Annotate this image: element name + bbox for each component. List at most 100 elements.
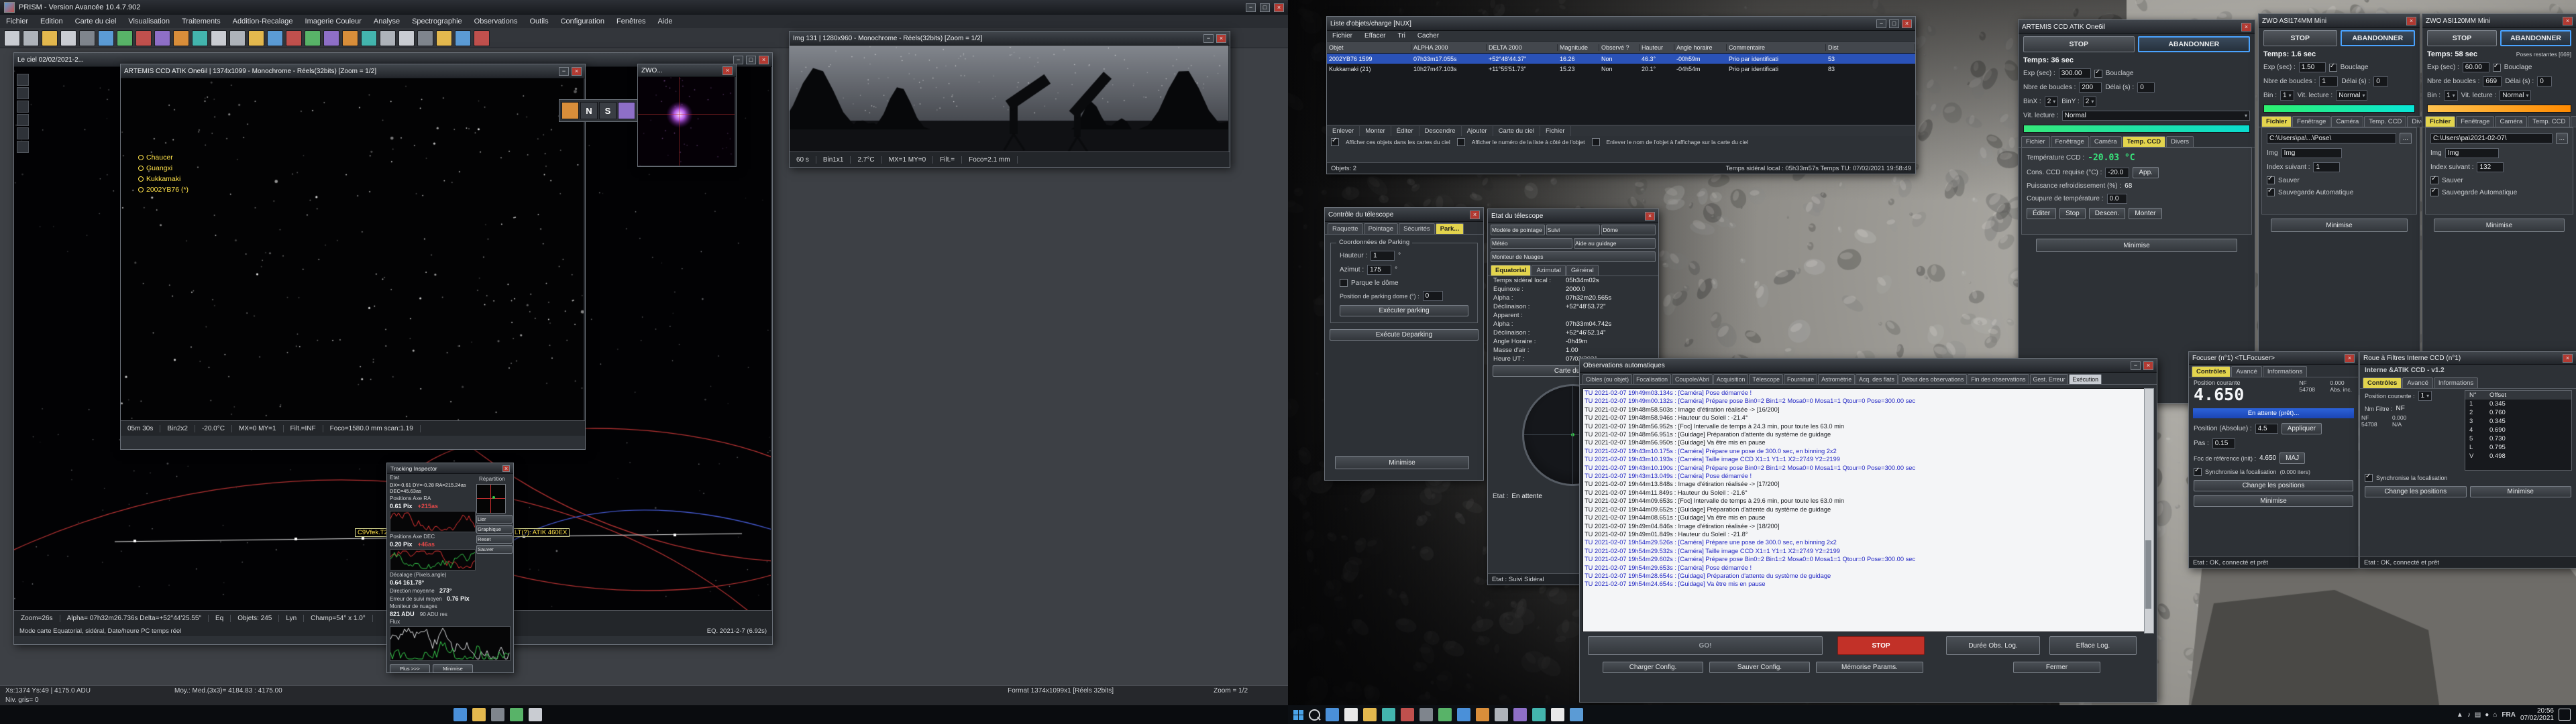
update-reference-button[interactable]: MAJ [2279, 452, 2305, 464]
menu-item[interactable]: Cacher [1412, 31, 1444, 41]
tab[interactable]: Fenêtrage [2292, 116, 2330, 127]
taskbar-app-icon[interactable] [1495, 708, 1508, 721]
toolbar-icon[interactable] [267, 30, 283, 46]
skychart-tool-icon[interactable] [17, 101, 29, 113]
guide-star-canvas[interactable] [638, 77, 735, 166]
tab[interactable]: Fichier [2425, 116, 2455, 127]
toolbar-icon[interactable] [398, 30, 415, 46]
section-button[interactable]: Dôme [1601, 225, 1656, 235]
temperature-button[interactable]: Descen. [2089, 208, 2126, 219]
toolbar-icon[interactable] [211, 30, 227, 46]
tab[interactable]: Fichier [2261, 116, 2292, 127]
step-input[interactable] [2212, 438, 2235, 448]
temperature-button[interactable]: Éditer [2027, 208, 2056, 219]
skychart-tool-icon[interactable] [17, 127, 29, 139]
toolbar-action[interactable]: Descendre [1419, 126, 1462, 136]
toolbar-icon[interactable] [323, 30, 339, 46]
close-icon[interactable]: × [1470, 210, 1480, 219]
close-icon[interactable]: × [1902, 19, 1912, 28]
menu-item[interactable]: Fenêtres [610, 16, 651, 27]
tab[interactable]: Azimutal [1532, 265, 1565, 276]
section-button[interactable]: Météo [1491, 238, 1572, 249]
menu-item[interactable]: Analyse [368, 16, 406, 27]
taskbar-app-icon[interactable] [529, 708, 542, 721]
browse-button[interactable]: ... [2400, 133, 2412, 144]
save-checkbox[interactable]: ✓ [2267, 176, 2275, 184]
titlebar[interactable]: ZWO ASI120MM Mini × [2422, 14, 2576, 28]
abort-button[interactable]: ABANDONNER [2138, 36, 2251, 52]
taskbar-app-icon[interactable] [472, 708, 486, 721]
close-icon[interactable]: × [759, 56, 769, 64]
close-icon[interactable]: × [722, 66, 733, 75]
toolbar-icon[interactable] [436, 30, 452, 46]
taskbar-app-icon[interactable] [1401, 708, 1414, 721]
next-index-input[interactable] [2313, 162, 2340, 172]
abort-button[interactable]: ABANDONNER [2500, 30, 2571, 46]
toolbar-icon[interactable] [192, 30, 208, 46]
sync-focus-checkbox[interactable]: ✓ [2194, 468, 2202, 476]
menu-item[interactable]: Fichier [0, 16, 34, 27]
tab[interactable]: Caméra [2090, 136, 2122, 147]
titlebar[interactable]: Focuser (n°1) <TLFocuser> × [2189, 352, 2358, 365]
tab[interactable]: Exécution [2069, 374, 2102, 384]
tray-icon[interactable]: ▤ [2475, 711, 2481, 719]
tab[interactable]: Informations [2434, 377, 2478, 388]
tab[interactable]: Coupole/Abri [1672, 374, 1713, 384]
tab[interactable]: Park... [1436, 223, 1464, 234]
column-header[interactable]: Angle horaire [1674, 44, 1727, 51]
toolbar-icon[interactable] [173, 30, 189, 46]
titlebar[interactable]: Roue à Filtres Interne CCD (n°1) × [2360, 352, 2576, 365]
tray-icon[interactable]: ⌂ [2493, 711, 2497, 719]
filter-row[interactable]: L0.795 [2465, 443, 2571, 452]
toolbar-icon[interactable] [361, 30, 377, 46]
memorize-params-button[interactable]: Mémorise Params. [1816, 662, 1923, 673]
toolbar-icon[interactable] [98, 30, 114, 46]
taskbar-clock[interactable]: 20:56 07/02/2021 [2520, 707, 2554, 722]
toolbar-icon[interactable] [417, 30, 433, 46]
tab[interactable]: Divers [2166, 136, 2194, 147]
close-icon[interactable]: × [1274, 3, 1284, 12]
minimize-icon[interactable]: − [2131, 361, 2141, 370]
titlebar[interactable]: ARTEMIS CCD ATIK One6il × [2019, 20, 2255, 34]
save-config-button[interactable]: Sauver Config. [1709, 662, 1810, 673]
tray-icon[interactable]: ♪ [2467, 711, 2471, 719]
close-icon[interactable]: × [1216, 34, 1226, 43]
exposure-input[interactable] [2299, 62, 2326, 72]
toolbar-icon[interactable] [42, 30, 58, 46]
column-header[interactable]: Magnitude [1558, 44, 1599, 51]
toolbar-action[interactable]: Carte du ciel [1493, 126, 1540, 136]
toolbar-icon[interactable] [342, 30, 358, 46]
section-button[interactable]: Moniteur de Nuages [1491, 251, 1656, 262]
stop-exposure-button[interactable]: STOP [2427, 30, 2497, 46]
minimize-icon[interactable]: − [559, 67, 569, 76]
show-objects-checkbox[interactable]: ✓ [1331, 138, 1339, 146]
tab[interactable]: Début des observations [1898, 374, 1967, 384]
minimise-button[interactable]: Minimise [433, 664, 473, 673]
log-duration-button[interactable]: Durée Obs. Log. [1946, 636, 2040, 655]
temperature-button[interactable]: Monter [2129, 208, 2161, 219]
menu-item[interactable]: Outils [523, 16, 554, 27]
section-button[interactable]: Modèle de pointage [1491, 225, 1545, 235]
tracking-button[interactable]: Sauver [476, 545, 513, 554]
taskbar-app-icon[interactable] [1570, 708, 1583, 721]
filter-row[interactable]: 30.345 [2465, 417, 2571, 426]
tab[interactable]: Cibles (ou objet) [1582, 374, 1632, 384]
tab[interactable]: Divers [2571, 116, 2576, 127]
tab[interactable]: Fenêtrage [2051, 136, 2089, 147]
readout-select[interactable]: Normal▾ [2336, 90, 2367, 101]
toolbar-action[interactable]: Fichier [1540, 126, 1571, 136]
delay-input[interactable] [2137, 82, 2155, 93]
close-icon[interactable]: × [1645, 212, 1655, 221]
loop-checkbox[interactable]: ✓ [2329, 64, 2337, 72]
titlebar[interactable]: ZWO... × [638, 64, 736, 77]
absolute-position-input[interactable] [2255, 424, 2278, 434]
maximize-icon[interactable]: □ [746, 56, 756, 64]
taskbar-app-icon[interactable] [1476, 708, 1489, 721]
menu-item[interactable]: Spectrographie [406, 16, 468, 27]
taskbar-app-icon[interactable] [510, 708, 523, 721]
loops-input[interactable] [2319, 76, 2338, 86]
minimise-button[interactable]: Minimise [2271, 219, 2408, 232]
tab[interactable]: Télescope [1749, 374, 1783, 384]
starfield-canvas[interactable] [121, 78, 584, 420]
toolbar-icon[interactable] [380, 30, 396, 46]
